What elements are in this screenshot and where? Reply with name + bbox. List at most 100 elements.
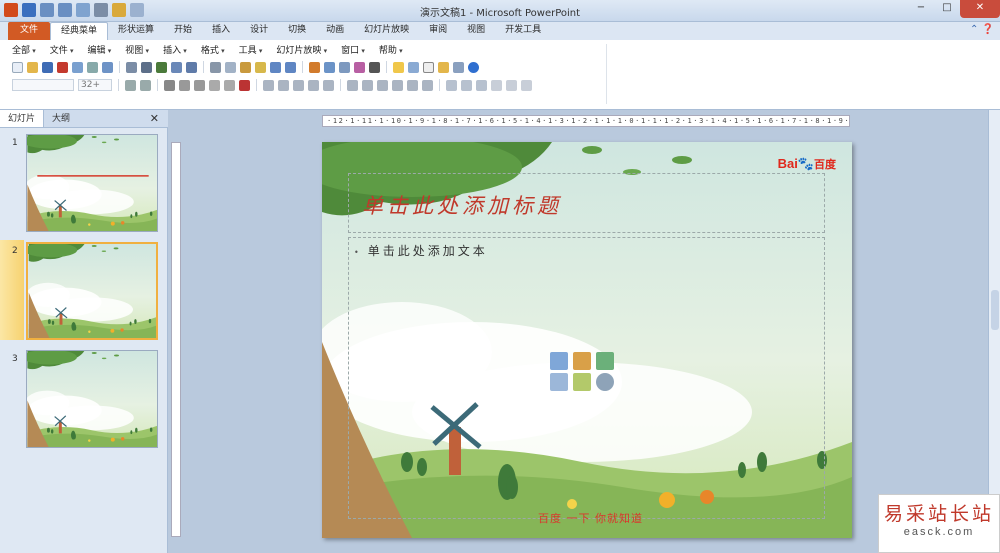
underline-icon[interactable] — [194, 79, 205, 91]
redo-toolbar-icon[interactable] — [285, 61, 296, 73]
line-spacing-icon[interactable] — [407, 79, 418, 91]
menu-insert[interactable]: 插入 — [163, 43, 187, 56]
vertical-scrollbar[interactable] — [988, 110, 1000, 553]
tab-slides[interactable]: 幻灯片 — [0, 110, 45, 127]
menu-edit[interactable]: 编辑 — [88, 43, 112, 56]
slide-canvas[interactable]: Bai🐾百度 单击此处添加标题 • 单击此处添加文本 百度 一下 你就知道 — [322, 142, 852, 538]
hyperlink-icon[interactable] — [339, 61, 350, 73]
tab-outline[interactable]: 大纲 — [44, 110, 78, 127]
close-button[interactable]: ✕ — [960, 0, 1000, 18]
wordart-icon[interactable] — [369, 61, 380, 73]
insert-chart-icon[interactable] — [573, 352, 591, 370]
folder-icon[interactable] — [438, 61, 449, 73]
minimize-button[interactable]: − — [908, 0, 934, 18]
maximize-button[interactable]: □ — [934, 0, 960, 18]
decrease-indent-icon[interactable] — [377, 79, 388, 91]
menu-all[interactable]: 全部 — [12, 43, 36, 56]
insert-media-icon[interactable] — [596, 373, 614, 391]
slide-layout-icon[interactable] — [408, 61, 419, 73]
font-name-dropdown[interactable] — [12, 79, 74, 91]
tab-transitions[interactable]: 切换 — [278, 22, 316, 40]
scrollbar-thumb[interactable] — [991, 290, 999, 330]
tab-animations[interactable]: 动画 — [316, 22, 354, 40]
tab-view[interactable]: 视图 — [457, 22, 495, 40]
insert-table-icon[interactable] — [550, 352, 568, 370]
bold-icon[interactable] — [164, 79, 175, 91]
cut-icon[interactable] — [210, 61, 221, 73]
font-size-dropdown[interactable]: 32+ — [78, 79, 112, 91]
menu-slideshow[interactable]: 幻灯片放映 — [276, 43, 327, 56]
strikethrough-icon[interactable] — [209, 79, 220, 91]
shape-fill-icon[interactable] — [491, 79, 502, 91]
quick-styles-icon[interactable] — [476, 79, 487, 91]
slide-title-text[interactable]: 单击此处添加标题 — [362, 190, 562, 220]
menu-help[interactable]: 帮助 — [379, 43, 403, 56]
text-direction-icon[interactable] — [422, 79, 433, 91]
font-color-icon[interactable] — [239, 79, 250, 91]
research-icon[interactable] — [171, 61, 182, 73]
slide-thumbnail-2[interactable] — [26, 242, 158, 340]
tab-review[interactable]: 审阅 — [419, 22, 457, 40]
help-icon[interactable] — [468, 61, 479, 73]
align-left-icon[interactable] — [263, 79, 274, 91]
slide-thumbnail-1[interactable] — [26, 134, 158, 232]
shapes-icon[interactable] — [446, 79, 457, 91]
insert-picture-icon[interactable] — [550, 373, 568, 391]
open-folder-icon[interactable] — [27, 61, 38, 73]
email-icon[interactable] — [72, 61, 83, 73]
slide-thumbnail-3[interactable] — [26, 350, 158, 448]
insert-clipart-icon[interactable] — [573, 373, 591, 391]
align-center-icon[interactable] — [278, 79, 289, 91]
tab-insert[interactable]: 插入 — [202, 22, 240, 40]
shape-effects-icon[interactable] — [521, 79, 532, 91]
find-icon[interactable] — [87, 61, 98, 73]
bullets-icon[interactable] — [347, 79, 358, 91]
menu-file[interactable]: 文件 — [50, 43, 74, 56]
pane-close-icon[interactable]: ✕ — [150, 112, 159, 125]
picture-icon[interactable] — [354, 61, 365, 73]
slide-body-text[interactable]: • 单击此处添加文本 — [354, 242, 488, 259]
new-icon[interactable] — [12, 61, 23, 73]
ribbon-help-icons[interactable]: ⌃ ❓ — [970, 24, 994, 35]
undo-toolbar-icon[interactable] — [270, 61, 281, 73]
format-painter-icon[interactable] — [255, 61, 266, 73]
arrange-icon[interactable] — [461, 79, 472, 91]
zoom-icon[interactable] — [453, 61, 464, 73]
tab-home[interactable]: 开始 — [164, 22, 202, 40]
textbox-icon[interactable] — [423, 61, 434, 73]
tab-shape-ops[interactable]: 形状运算 — [108, 22, 164, 40]
columns-icon[interactable] — [323, 79, 334, 91]
spelling-icon[interactable] — [156, 61, 167, 73]
chart-icon[interactable] — [309, 61, 320, 73]
paste-icon[interactable] — [240, 61, 251, 73]
increase-indent-icon[interactable] — [392, 79, 403, 91]
align-right-icon[interactable] — [293, 79, 304, 91]
print-preview-icon[interactable] — [126, 61, 137, 73]
tab-classic-menu[interactable]: 经典菜单 — [50, 22, 109, 40]
slide-editor: ·12·1·11·1·10·1·9·1·8·1·7·1·6·1·5·1·4·1·… — [168, 110, 1000, 553]
menu-view[interactable]: 视图 — [125, 43, 149, 56]
print-button-icon[interactable] — [141, 61, 152, 73]
insert-smartart-icon[interactable] — [596, 352, 614, 370]
translate-icon[interactable] — [186, 61, 197, 73]
menu-tools[interactable]: 工具 — [239, 43, 263, 56]
menu-format[interactable]: 格式 — [201, 43, 225, 56]
layout-icon[interactable] — [102, 61, 113, 73]
tab-design[interactable]: 设计 — [240, 22, 278, 40]
shrink-font-icon[interactable] — [140, 79, 151, 91]
shape-outline-icon[interactable] — [506, 79, 517, 91]
tab-file[interactable]: 文件 — [8, 22, 51, 40]
new-slide-toolbar-icon[interactable] — [393, 61, 404, 73]
italic-icon[interactable] — [179, 79, 190, 91]
menu-window[interactable]: 窗口 — [341, 43, 365, 56]
save-disk-icon[interactable] — [42, 61, 53, 73]
shadow-icon[interactable] — [224, 79, 235, 91]
justify-icon[interactable] — [308, 79, 319, 91]
numbering-icon[interactable] — [362, 79, 373, 91]
grow-font-icon[interactable] — [125, 79, 136, 91]
table-icon[interactable] — [324, 61, 335, 73]
copy-icon[interactable] — [225, 61, 236, 73]
tab-slideshow[interactable]: 幻灯片放映 — [354, 22, 419, 40]
pdf-icon[interactable] — [57, 61, 68, 73]
tab-developer[interactable]: 开发工具 — [495, 22, 551, 40]
